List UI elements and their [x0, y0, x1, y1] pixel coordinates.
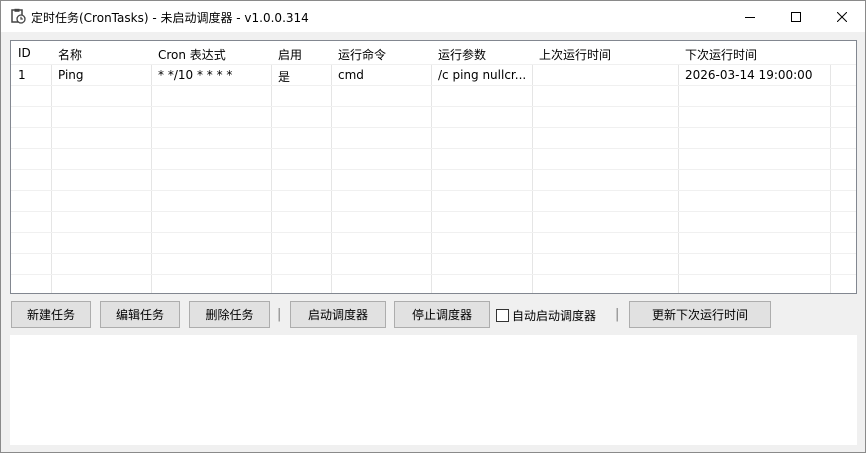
close-icon — [837, 11, 847, 22]
column-header-arguments[interactable]: 运行参数 — [438, 46, 486, 63]
empty-row — [11, 149, 856, 170]
auto-start-checkbox[interactable]: 自动启动调度器 — [496, 307, 596, 324]
empty-row — [11, 86, 856, 107]
title-bar[interactable]: 定时任务(CronTasks) - 未启动调度器 - v1.0.0.314 — [1, 1, 865, 32]
cell-name: Ping — [58, 68, 84, 82]
window-title: 定时任务(CronTasks) - 未启动调度器 - v1.0.0.314 — [31, 11, 309, 25]
task-table[interactable]: ID 名称 Cron 表达式 启用 运行命令 运行参数 上次运行时间 下次运行时… — [10, 40, 857, 294]
cell-arguments: /c ping nullcr... — [438, 68, 527, 82]
cell-cron: * */10 * * * * — [158, 68, 233, 82]
column-header-next-run[interactable]: 下次运行时间 — [685, 46, 757, 63]
empty-row — [11, 254, 856, 275]
minimize-button[interactable] — [727, 1, 773, 32]
empty-row — [11, 275, 856, 293]
empty-row — [11, 128, 856, 149]
edit-task-button[interactable]: 编辑任务 — [100, 301, 180, 328]
cell-enabled: 是 — [278, 70, 291, 84]
empty-row — [11, 212, 856, 233]
main-window: 定时任务(CronTasks) - 未启动调度器 - v1.0.0.314 ID… — [0, 0, 866, 453]
maximize-button[interactable] — [773, 1, 819, 32]
empty-row — [11, 191, 856, 212]
close-button[interactable] — [819, 1, 865, 32]
toolbar-separator: | — [277, 307, 282, 322]
clipboard-app-icon — [10, 8, 26, 24]
minimize-icon — [745, 16, 755, 18]
empty-row — [11, 107, 856, 128]
column-header-last-run[interactable]: 上次运行时间 — [539, 46, 611, 63]
column-header-cron[interactable]: Cron 表达式 — [158, 46, 226, 63]
column-header-name[interactable]: 名称 — [58, 46, 82, 63]
column-header-id[interactable]: ID — [18, 46, 31, 60]
column-header-command[interactable]: 运行命令 — [338, 46, 386, 63]
auto-start-label: 自动启动调度器 — [512, 309, 597, 323]
cell-id: 1 — [18, 68, 26, 82]
start-scheduler-button[interactable]: 启动调度器 — [290, 301, 386, 328]
table-row[interactable]: 1 Ping * */10 * * * * 是 cmd /c ping null… — [11, 65, 856, 86]
maximize-icon — [791, 11, 801, 22]
update-next-run-button[interactable]: 更新下次运行时间 — [629, 301, 771, 328]
empty-row — [11, 233, 856, 254]
stop-scheduler-button[interactable]: 停止调度器 — [394, 301, 490, 328]
checkbox-box[interactable] — [496, 309, 509, 322]
new-task-button[interactable]: 新建任务 — [11, 301, 91, 328]
cell-next-run: 2026-03-14 19:00:00 — [685, 68, 813, 82]
toolbar-separator: | — [615, 307, 620, 322]
empty-row — [11, 170, 856, 191]
table-header: ID 名称 Cron 表达式 启用 运行命令 运行参数 上次运行时间 下次运行时… — [11, 41, 856, 65]
column-header-enabled[interactable]: 启用 — [278, 46, 302, 63]
log-output-area[interactable] — [10, 335, 857, 445]
cell-command: cmd — [338, 68, 364, 82]
delete-task-button[interactable]: 删除任务 — [189, 301, 270, 328]
